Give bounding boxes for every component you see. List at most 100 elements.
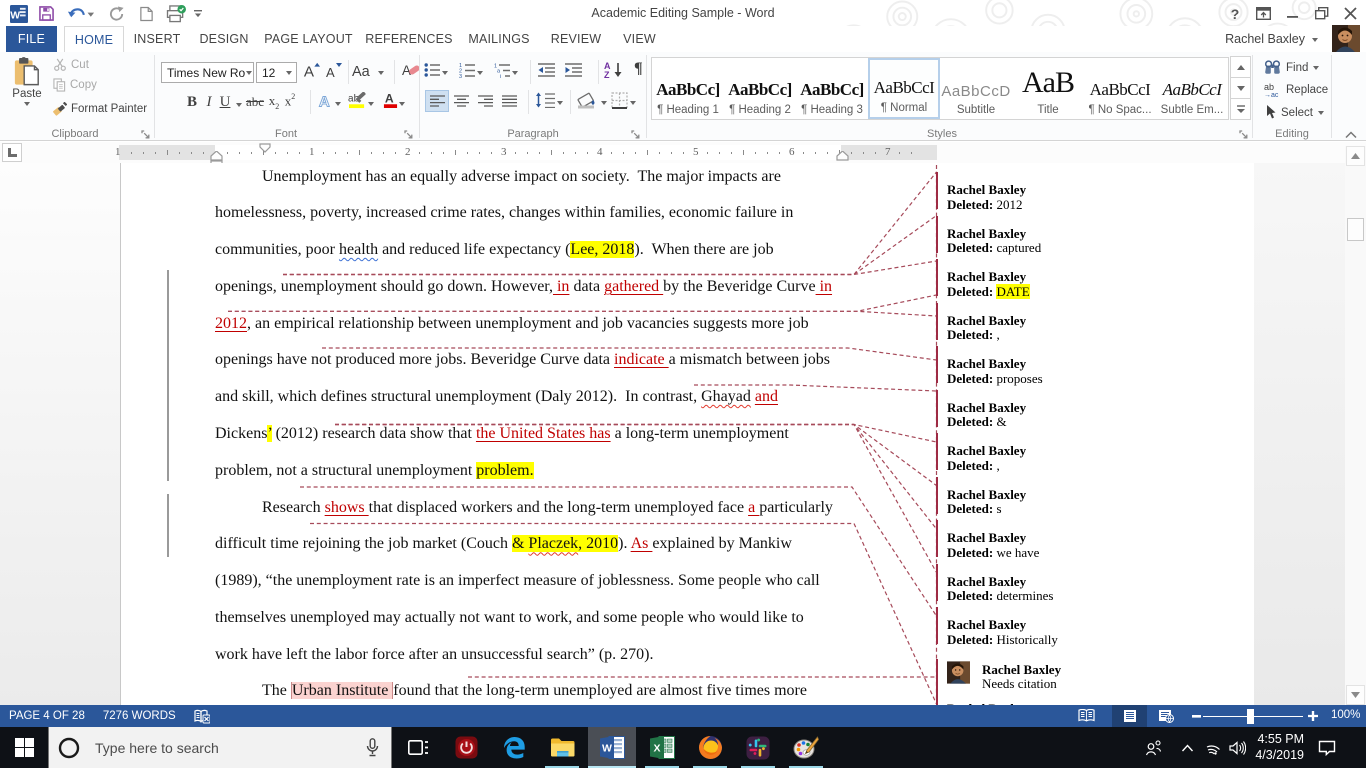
highlight-button[interactable]: ab	[348, 92, 374, 109]
change-case-button[interactable]: Aa	[352, 61, 384, 79]
minimize-button[interactable]	[1278, 1, 1307, 26]
taskbar-clock[interactable]: 4:55 PM 4/3/2019	[1252, 732, 1304, 763]
select-button[interactable]: Select	[1264, 105, 1324, 120]
horizontal-ruler[interactable]: 1 1 2 3 4 5 6 7	[115, 143, 937, 168]
paragraph-dialog-launcher[interactable]	[631, 130, 641, 140]
tab-mailings[interactable]: MAILINGS	[463, 26, 535, 52]
network-button[interactable]	[1202, 727, 1224, 768]
replace-button[interactable]: ab →ac Replace	[1264, 82, 1328, 97]
document-line[interactable]: openings, unemployment should go down. H…	[215, 278, 832, 299]
font-dialog-launcher[interactable]	[404, 130, 414, 140]
sort-button[interactable]: AZ	[604, 61, 626, 79]
grow-font-button[interactable]: A	[302, 61, 321, 79]
volume-button[interactable]	[1224, 727, 1250, 768]
tracked-change-balloon[interactable]: Rachel Baxley Deleted: &	[947, 400, 1247, 431]
tracked-change-balloon[interactable]: Rachel Baxley Deleted: DATE	[947, 269, 1247, 300]
font-size-combo[interactable]: 12	[256, 62, 297, 83]
tracked-change-balloon[interactable]: Rachel Baxley Deleted: ,	[947, 443, 1247, 474]
tracked-change-balloon[interactable]: Rachel Baxley Deleted: Historically	[947, 617, 1247, 648]
print-layout-button[interactable]	[1112, 705, 1147, 727]
style-normal[interactable]: AaBbCcI ¶ Normal	[868, 58, 940, 119]
tracked-change-balloon[interactable]: Rachel Baxley Deleted: determines	[947, 574, 1247, 605]
right-indent-marker[interactable]	[836, 151, 849, 161]
tab-view[interactable]: VIEW	[617, 26, 662, 52]
zoom-level[interactable]: 100%	[1331, 709, 1360, 721]
clipboard-dialog-launcher[interactable]	[141, 130, 151, 140]
web-layout-button[interactable]	[1158, 709, 1174, 723]
text-effects-button[interactable]: A	[317, 92, 341, 109]
bold-button[interactable]: B	[183, 93, 201, 111]
tracked-change-balloon[interactable]: Rachel Baxley Deleted: 2012	[947, 182, 1247, 213]
tab-insert[interactable]: INSERT	[130, 26, 184, 52]
show-hide-button[interactable]: ¶	[634, 60, 643, 78]
styles-scroll-down-button[interactable]	[1230, 77, 1251, 99]
zoom-out-button[interactable]	[1192, 715, 1201, 718]
document-line[interactable]: Unemployment has an equally adverse impa…	[262, 168, 781, 189]
decrease-indent-button[interactable]	[537, 62, 556, 78]
document-line[interactable]: Dickens’ (2012) research data show that …	[215, 424, 789, 446]
style-no-spac[interactable]: AaBbCcI ¶ No Spac...	[1084, 58, 1156, 119]
line-spacing-button[interactable]	[535, 92, 563, 108]
tracked-change-balloon[interactable]: Rachel Baxley Deleted: s	[947, 487, 1247, 518]
tab-selector[interactable]	[2, 143, 22, 162]
restore-button[interactable]	[1307, 1, 1336, 26]
scroll-up-button[interactable]	[1346, 146, 1365, 166]
styles-more-button[interactable]	[1230, 98, 1251, 120]
cut-button[interactable]: Cut	[53, 58, 89, 71]
borders-button[interactable]	[611, 92, 636, 109]
styles-dialog-launcher[interactable]	[1239, 130, 1249, 140]
tab-home[interactable]: HOME	[64, 26, 124, 52]
document-line[interactable]: Research shows that displaced workers an…	[262, 499, 833, 520]
paste-button[interactable]: Paste	[5, 56, 49, 118]
document-line[interactable]: (1989), “the unemployment rate is an imp…	[215, 572, 820, 593]
bullets-button[interactable]	[424, 62, 448, 78]
tracked-change-balloon[interactable]: Rachel Baxley Deleted: ,	[947, 313, 1247, 344]
style-subtle-em[interactable]: AaBbCcI Subtle Em...	[1156, 58, 1228, 119]
user-avatar[interactable]	[1332, 25, 1360, 52]
document-line[interactable]: The Urban Institute found that the long-…	[262, 682, 807, 703]
scrollbar-thumb[interactable]	[1347, 218, 1364, 241]
font-name-combo[interactable]: Times New Ro	[161, 62, 254, 83]
zoom-in-button[interactable]	[1308, 711, 1318, 721]
tab-design[interactable]: DESIGN	[194, 26, 254, 52]
tracked-change-balloon[interactable]: Rachel Baxley Deleted: we have	[947, 530, 1247, 561]
collapse-ribbon-button[interactable]	[1344, 130, 1358, 139]
shrink-font-button[interactable]: A	[325, 61, 343, 79]
proofing-status[interactable]	[185, 705, 219, 727]
document-line[interactable]: problem, not a structural unemployment p…	[215, 461, 534, 483]
underline-caret-icon[interactable]	[233, 96, 244, 108]
read-mode-button[interactable]	[1078, 709, 1095, 722]
zoom-slider[interactable]	[1203, 705, 1303, 727]
styles-scroll-up-button[interactable]	[1230, 56, 1251, 78]
format-painter-button[interactable]: Format Painter	[53, 102, 147, 116]
increase-indent-button[interactable]	[564, 62, 583, 78]
align-center-button[interactable]	[449, 90, 473, 112]
tracked-change-balloon[interactable]: Rachel Baxley Deleted: proposes	[947, 356, 1247, 387]
copy-button[interactable]: Copy	[53, 78, 97, 92]
ribbon-display-options-button[interactable]	[1249, 1, 1278, 26]
style-subtitle[interactable]: AaBbCcD Subtitle	[940, 58, 1012, 119]
subscript-button[interactable]: x2	[266, 92, 282, 111]
shading-button[interactable]	[577, 92, 607, 109]
multilevel-list-button[interactable]: 1ai	[494, 62, 518, 78]
vertical-scrollbar[interactable]	[1345, 146, 1366, 705]
superscript-button[interactable]: x2	[282, 92, 298, 110]
document-line[interactable]: 2012, an empirical relationship between …	[215, 315, 809, 336]
style-title[interactable]: AaB Title	[1012, 58, 1084, 119]
tab-review[interactable]: REVIEW	[546, 26, 606, 52]
tab-references[interactable]: REFERENCES	[365, 26, 453, 52]
people-button[interactable]	[1139, 727, 1167, 768]
align-left-button[interactable]	[425, 90, 449, 112]
document-line[interactable]: and skill, which defines structural unem…	[215, 388, 778, 409]
style-heading-1[interactable]: AaBbCc] ¶ Heading 1	[652, 58, 724, 119]
page-indicator[interactable]: PAGE 4 OF 28	[0, 705, 94, 727]
document-line[interactable]: communities, poor health and reduced lif…	[215, 241, 774, 262]
close-button[interactable]	[1336, 1, 1365, 26]
find-button[interactable]: Find	[1264, 60, 1320, 75]
account-menu[interactable]: Rachel Baxley	[1225, 26, 1318, 52]
style-heading-3[interactable]: AaBbCc] ¶ Heading 3	[796, 58, 868, 119]
tracked-change-balloon[interactable]: Rachel Baxley Deleted: captured	[947, 226, 1247, 257]
word-count[interactable]: 7276 WORDS	[94, 705, 185, 727]
tab-page-layout[interactable]: PAGE LAYOUT	[262, 26, 355, 52]
help-button[interactable]: ?	[1220, 1, 1249, 26]
